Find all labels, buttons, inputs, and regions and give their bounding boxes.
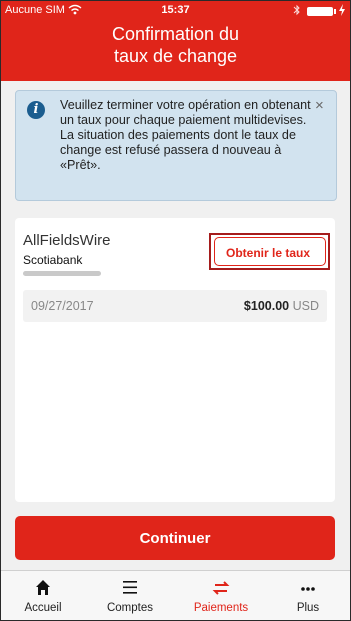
tab-plus-label: Plus bbox=[296, 602, 320, 614]
get-rate-button[interactable]: Obtenir le taux bbox=[214, 237, 326, 266]
more-icon bbox=[301, 587, 315, 591]
bluetooth-icon bbox=[293, 4, 300, 16]
payment-date: 09/27/2017 bbox=[31, 299, 94, 313]
page-title-line2: taux de change bbox=[113, 46, 238, 66]
payment-card: AllFieldsWire Scotiabank 4016157214071 O… bbox=[15, 218, 335, 502]
payment-detail-row: 09/27/2017 $100.00 USD bbox=[23, 290, 327, 322]
tab-paiements[interactable]: Paiements bbox=[185, 571, 257, 620]
page-title-line1: Confirmation du bbox=[111, 24, 240, 44]
continue-button[interactable]: Continuer bbox=[15, 516, 335, 560]
battery-terminal bbox=[334, 9, 336, 14]
status-bar: Aucune SIM 15:37 bbox=[1, 1, 350, 21]
page-title: Confirmation du taux de change bbox=[1, 23, 350, 67]
tab-accueil[interactable]: Accueil bbox=[7, 571, 79, 620]
home-icon bbox=[36, 580, 50, 595]
payment-currency: USD bbox=[292, 299, 319, 313]
app-screen: Aucune SIM 15:37 Confirmation du taux de… bbox=[0, 0, 351, 621]
battery-icon bbox=[307, 7, 333, 16]
transfer-arrows-icon bbox=[212, 581, 230, 595]
tab-bar: Accueil Comptes Paiements Plus bbox=[1, 570, 350, 620]
close-icon[interactable]: × bbox=[315, 98, 324, 113]
info-banner: i Veuillez terminer votre opération en o… bbox=[15, 90, 337, 201]
list-icon bbox=[123, 581, 137, 594]
account-number-masked: 4016157214071 bbox=[23, 271, 101, 276]
info-icon: i bbox=[27, 101, 45, 119]
payment-amount-group: $100.00 USD bbox=[244, 299, 319, 313]
info-banner-text: Veuillez terminer votre opération en obt… bbox=[60, 98, 311, 172]
payment-amount: $100.00 bbox=[243, 299, 290, 313]
tab-comptes[interactable]: Comptes bbox=[94, 571, 166, 620]
tab-accueil-label: Accueil bbox=[24, 602, 62, 614]
tab-paiements-label: Paiements bbox=[193, 602, 249, 614]
bank-name: Scotiabank bbox=[23, 253, 83, 267]
tab-plus[interactable]: Plus bbox=[272, 571, 344, 620]
header-bar: Aucune SIM 15:37 Confirmation du taux de… bbox=[1, 1, 350, 81]
charging-icon bbox=[339, 4, 345, 16]
tab-comptes-label: Comptes bbox=[106, 602, 154, 614]
payee-name: AllFieldsWire bbox=[23, 232, 111, 249]
